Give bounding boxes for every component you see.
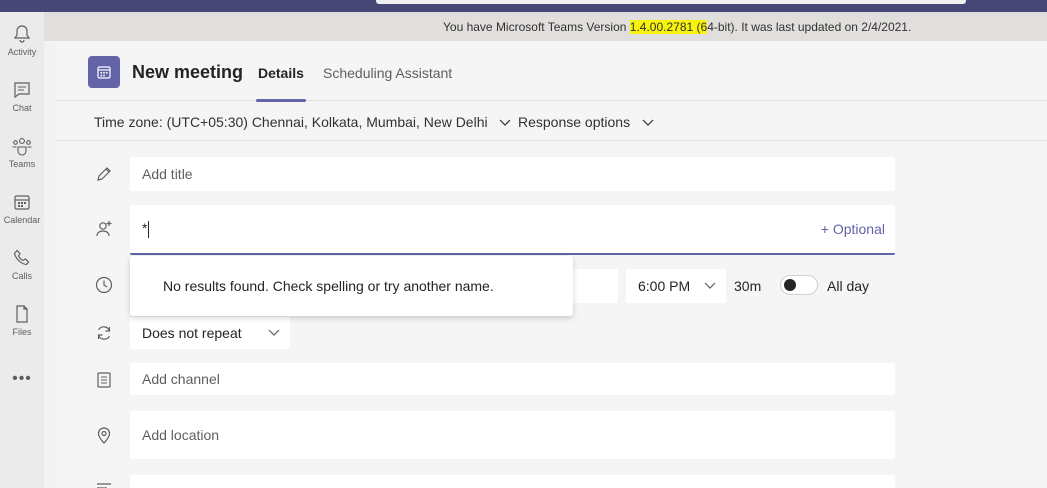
chevron-down-icon xyxy=(704,282,716,289)
version-banner: You have Microsoft Teams Version 1.4.00.… xyxy=(44,12,1047,41)
location-pin-icon xyxy=(97,427,111,444)
timezone-dropdown[interactable]: Time zone: (UTC+05:30) Chennai, Kolkata,… xyxy=(94,114,511,130)
end-time-value: 6:00 PM xyxy=(638,278,691,294)
rail-label-activity: Activity xyxy=(7,47,37,57)
people-picker-dropdown: No results found. Check spelling or try … xyxy=(130,256,573,316)
rail-label-chat: Chat xyxy=(12,103,32,113)
description-editor[interactable] xyxy=(130,475,895,488)
rail-label-calls: Calls xyxy=(11,271,32,281)
attendees-input[interactable]: * + Optional xyxy=(130,205,895,255)
location-input[interactable]: Add location xyxy=(130,411,895,459)
optional-attendees-link[interactable]: + Optional xyxy=(821,221,885,237)
banner-prefix: You have Microsoft Teams Version xyxy=(443,20,630,34)
bell-icon xyxy=(13,25,31,43)
timezone-label: Time zone: (UTC+05:30) Chennai, Kolkata,… xyxy=(94,114,488,130)
file-icon xyxy=(16,305,28,323)
rail-item-activity[interactable]: Activity xyxy=(0,24,44,80)
no-results-message: No results found. Check spelling or try … xyxy=(163,278,494,294)
all-day-toggle[interactable] xyxy=(780,275,818,295)
tab-scheduling-assistant[interactable]: Scheduling Assistant xyxy=(323,65,452,81)
rail-item-calendar[interactable]: Calendar xyxy=(0,192,44,248)
channel-placeholder: Add channel xyxy=(142,371,220,387)
app-rail: Activity Chat Teams Calendar Calls Files… xyxy=(0,12,44,488)
meeting-app-icon xyxy=(88,56,120,88)
chevron-down-icon xyxy=(500,119,511,127)
response-options-label: Response options xyxy=(518,114,631,130)
attendees-text: * xyxy=(142,220,148,237)
end-time-select[interactable]: 6:00 PM xyxy=(626,269,726,303)
more-apps-icon[interactable]: ••• xyxy=(0,370,44,388)
clock-icon xyxy=(95,276,113,294)
rail-label-files: Files xyxy=(12,327,32,337)
search-box[interactable] xyxy=(376,0,966,4)
list-icon xyxy=(97,483,111,488)
version-banner-text: You have Microsoft Teams Version 1.4.00.… xyxy=(443,20,911,34)
toggle-knob xyxy=(784,279,796,291)
attendees-value: * xyxy=(142,220,150,238)
title-bar xyxy=(0,0,1047,12)
repeat-icon xyxy=(97,326,111,340)
response-options-dropdown[interactable]: Response options xyxy=(518,114,654,130)
channel-icon xyxy=(97,372,111,388)
phone-icon xyxy=(13,249,30,266)
meeting-header: New meeting Details Scheduling Assistant xyxy=(56,41,1047,102)
rail-item-chat[interactable]: Chat xyxy=(0,80,44,136)
rail-label-calendar: Calendar xyxy=(3,215,41,225)
title-placeholder: Add title xyxy=(142,166,193,182)
chevron-down-icon xyxy=(642,119,654,127)
teams-icon xyxy=(12,138,32,156)
calendar-icon xyxy=(14,195,30,210)
all-day-label: All day xyxy=(827,278,870,294)
options-bar: Time zone: (UTC+05:30) Chennai, Kolkata,… xyxy=(56,101,1047,141)
title-input[interactable]: Add title xyxy=(130,157,895,191)
recurrence-select[interactable]: Does not repeat xyxy=(130,317,290,349)
text-caret xyxy=(148,220,150,238)
tab-details[interactable]: Details xyxy=(256,65,306,102)
meeting-editor: New meeting Details Scheduling Assistant… xyxy=(56,41,1047,488)
duration-label: 30m xyxy=(734,278,762,294)
calendar-icon xyxy=(97,66,111,79)
page-title: New meeting xyxy=(132,62,244,82)
rail-item-calls[interactable]: Calls xyxy=(0,248,44,304)
add-person-icon xyxy=(96,221,112,237)
rail-item-teams[interactable]: Teams xyxy=(0,136,44,192)
rail-label-teams: Teams xyxy=(8,159,36,169)
banner-version: 1.4.00.2781 (6 xyxy=(629,20,708,34)
rail-item-files[interactable]: Files xyxy=(0,304,44,360)
channel-input[interactable]: Add channel xyxy=(130,363,895,395)
location-placeholder: Add location xyxy=(142,427,220,443)
chat-icon xyxy=(14,82,30,99)
chevron-down-icon xyxy=(268,329,280,336)
recurrence-value: Does not repeat xyxy=(142,325,242,341)
pencil-icon xyxy=(97,167,111,181)
banner-suffix: 4-bit). It was last updated on 2/4/2021. xyxy=(707,20,912,34)
